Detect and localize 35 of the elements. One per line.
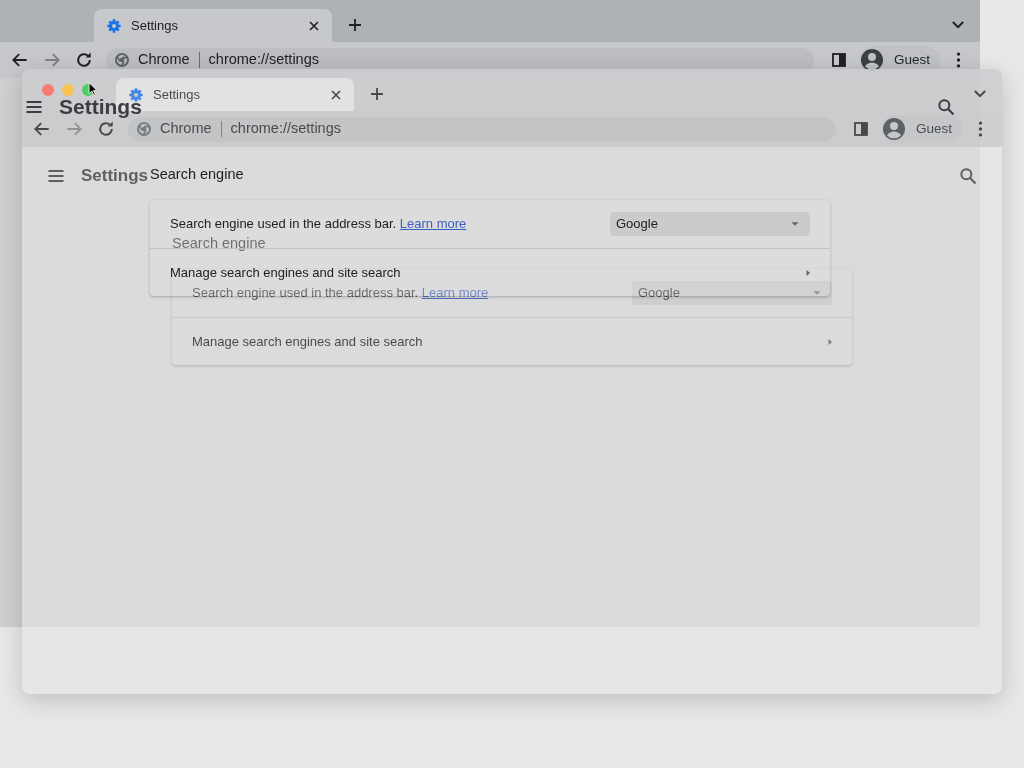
tab-search-button[interactable] <box>974 90 986 98</box>
mouse-cursor-icon <box>88 82 98 96</box>
search-button[interactable] <box>958 166 978 186</box>
learn-more-link[interactable]: Learn more <box>399 216 467 232</box>
page-title: Settings <box>81 165 149 187</box>
profile-button[interactable]: Guest <box>882 115 963 143</box>
tab-title: Settings <box>131 16 179 35</box>
new-tab-button[interactable] <box>346 16 364 34</box>
chrome-icon <box>136 121 152 137</box>
url-text: chrome://settings <box>208 50 319 70</box>
reload-button[interactable] <box>96 119 116 139</box>
side-panel-button[interactable] <box>830 51 848 69</box>
search-button[interactable] <box>936 97 956 117</box>
site-origin: Chrome <box>160 119 212 139</box>
settings-link[interactable]: Manage search engines and site search <box>192 331 423 352</box>
tab-title: Settings <box>153 85 201 104</box>
avatar-icon <box>882 117 906 141</box>
search-engine-select[interactable]: Google <box>610 212 810 236</box>
more-menu-button[interactable] <box>978 121 984 137</box>
browser-tab[interactable]: Settings <box>94 9 332 42</box>
section-heading: Search engine <box>150 165 244 183</box>
setting-description: Search engine used in the address bar. Learn more <box>170 215 468 234</box>
new-tab-button[interactable] <box>368 85 386 103</box>
setting-description: Search engine used in the address bar. Learn more <box>192 284 490 303</box>
url-text: chrome://settings <box>230 119 341 139</box>
section-heading: Search engine <box>172 234 266 252</box>
address-bar[interactable]: Chrome chrome://settings <box>128 116 836 142</box>
settings-link[interactable]: Manage search engines and site search <box>170 262 401 283</box>
tab-search-button[interactable] <box>952 21 964 29</box>
more-menu-button[interactable] <box>956 52 962 68</box>
reload-button[interactable] <box>74 50 94 70</box>
side-panel-button[interactable] <box>852 120 870 138</box>
site-origin: Chrome <box>138 50 190 70</box>
chrome-icon <box>114 52 130 68</box>
gear-icon <box>106 17 122 34</box>
